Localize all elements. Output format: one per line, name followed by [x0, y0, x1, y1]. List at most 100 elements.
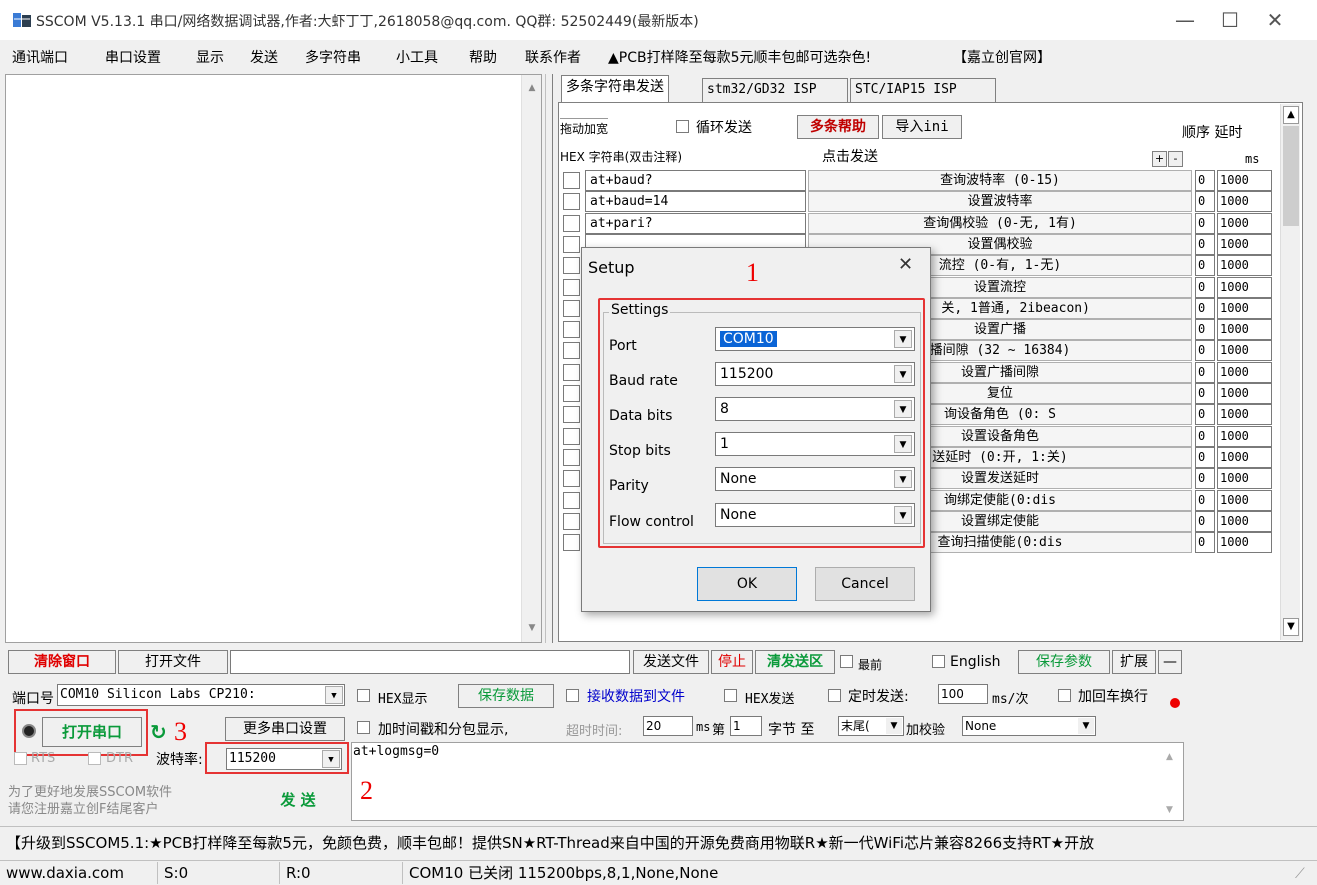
chevron-down-icon[interactable]: ▼	[894, 400, 912, 418]
row-hex-checkbox[interactable]	[563, 342, 580, 359]
multi-help-button[interactable]: 多条帮助	[797, 115, 879, 139]
scroll-down-icon[interactable]: ▼	[522, 623, 542, 633]
row-hex-checkbox[interactable]	[563, 492, 580, 509]
receive-scrollbar[interactable]: ▲ ▼	[521, 75, 541, 642]
menu-serial-settings[interactable]: 串口设置	[105, 47, 161, 67]
clear-window-button[interactable]: 清除窗口	[8, 650, 116, 674]
row-delay-input[interactable]: 1000	[1217, 234, 1272, 255]
minimize-button[interactable]: —	[1165, 6, 1205, 34]
row-hex-checkbox[interactable]	[563, 215, 580, 232]
tab-stm32-isp[interactable]: stm32/GD32 ISP	[702, 78, 848, 102]
row-order-input[interactable]: 0	[1195, 298, 1215, 319]
row-order-input[interactable]: 0	[1195, 532, 1215, 553]
row-order-input[interactable]: 0	[1195, 383, 1215, 404]
row-hex-checkbox[interactable]	[563, 470, 580, 487]
close-button[interactable]: ✕	[1255, 6, 1295, 34]
cancel-button[interactable]: Cancel	[815, 567, 915, 601]
ok-button[interactable]: OK	[697, 567, 797, 601]
timestamp-checkbox[interactable]	[357, 721, 370, 734]
expand-button[interactable]: 扩展	[1112, 650, 1156, 674]
ad-bar[interactable]: 【升级到SSCOM5.1:★PCB打样降至每款5元，免颜色费，顺丰包邮！提供SN…	[0, 826, 1317, 858]
byte-no-input[interactable]: 1	[730, 716, 762, 736]
drag-widen-label[interactable]: 拖动加宽	[560, 118, 609, 137]
resize-grip-icon[interactable]: ⟋	[1295, 866, 1305, 882]
row-hex-checkbox[interactable]	[563, 236, 580, 253]
row-order-input[interactable]: 0	[1195, 234, 1215, 255]
collapse-button[interactable]: —	[1158, 650, 1182, 674]
menu-display[interactable]: 显示	[196, 47, 224, 67]
stop-button[interactable]: 停止	[711, 650, 753, 674]
row-delay-input[interactable]: 1000	[1217, 255, 1272, 276]
row-delay-input[interactable]: 1000	[1217, 213, 1272, 234]
row-order-input[interactable]: 0	[1195, 191, 1215, 212]
row-hex-checkbox[interactable]	[563, 534, 580, 551]
save-data-button[interactable]: 保存数据	[458, 684, 554, 708]
row-send-button[interactable]: 查询偶校验 (0-无, 1有)	[808, 213, 1192, 234]
row-order-input[interactable]: 0	[1195, 277, 1215, 298]
tab-multi-string[interactable]: 多条字符串发送	[561, 75, 669, 102]
setting-flow-control-select[interactable]: None ▼	[715, 503, 915, 527]
timed-send-checkbox[interactable]	[828, 689, 841, 702]
clear-send-area-button[interactable]: 清发送区	[755, 650, 835, 674]
setting-data-bits-select[interactable]: 8 ▼	[715, 397, 915, 421]
scroll-down-icon[interactable]: ▼	[1283, 618, 1299, 636]
chevron-down-icon[interactable]: ▼	[894, 470, 912, 488]
row-hex-checkbox[interactable]	[563, 172, 580, 189]
row-hex-checkbox[interactable]	[563, 193, 580, 210]
hex-display-checkbox[interactable]	[357, 689, 370, 702]
row-hex-checkbox[interactable]	[563, 321, 580, 338]
row-delay-input[interactable]: 1000	[1217, 532, 1272, 553]
row-hex-checkbox[interactable]	[563, 364, 580, 381]
row-hex-checkbox[interactable]	[563, 257, 580, 274]
rts-checkbox[interactable]	[14, 752, 27, 765]
english-checkbox[interactable]	[932, 655, 945, 668]
timeout-input[interactable]: 20	[643, 716, 693, 736]
setting-baud-rate-select[interactable]: 115200 ▼	[715, 362, 915, 386]
setting-parity-select[interactable]: None ▼	[715, 467, 915, 491]
send-scroll-down-icon[interactable]: ▼	[1166, 805, 1173, 815]
row-hex-checkbox[interactable]	[563, 428, 580, 445]
panel-splitter[interactable]	[545, 74, 553, 643]
scroll-thumb[interactable]	[1283, 126, 1299, 226]
chevron-down-icon[interactable]: ▼	[325, 686, 343, 704]
row-delay-input[interactable]: 1000	[1217, 447, 1272, 468]
row-order-input[interactable]: 0	[1195, 426, 1215, 447]
dtr-checkbox[interactable]	[88, 752, 101, 765]
row-hex-checkbox[interactable]	[563, 513, 580, 530]
send-button[interactable]: 发 送	[250, 782, 346, 820]
add-crlf-checkbox[interactable]	[1058, 689, 1071, 702]
menu-help[interactable]: 帮助	[469, 47, 497, 67]
menu-pcb-promo[interactable]: ▲PCB打样降至每款5元顺丰包邮可选杂色!	[608, 47, 871, 67]
row-order-input[interactable]: 0	[1195, 213, 1215, 234]
hex-send-checkbox[interactable]	[724, 689, 737, 702]
row-order-input[interactable]: 0	[1195, 170, 1215, 191]
menu-multi-string[interactable]: 多字符串	[305, 47, 361, 67]
checksum-select[interactable]: None ▼	[962, 716, 1096, 736]
port-select[interactable]: COM10 Silicon Labs CP210: ▼	[57, 684, 345, 706]
file-path-input[interactable]	[230, 650, 630, 674]
recv-to-file-label[interactable]: 接收数据到文件	[587, 686, 685, 706]
menu-tools[interactable]: 小工具	[396, 47, 438, 67]
row-order-input[interactable]: 0	[1195, 404, 1215, 425]
row-delay-input[interactable]: 1000	[1217, 426, 1272, 447]
receive-area[interactable]	[5, 74, 542, 643]
row-string-input[interactable]: at+baud?	[585, 170, 806, 191]
rows-scrollbar[interactable]: ▲ ▼	[1280, 104, 1300, 640]
dialog-close-icon[interactable]: ✕	[898, 254, 913, 275]
status-site-link[interactable]: www.daxia.com	[0, 862, 158, 884]
row-order-input[interactable]: 0	[1195, 468, 1215, 489]
chevron-down-icon[interactable]: ▼	[886, 718, 902, 734]
row-string-input[interactable]: at+pari?	[585, 213, 806, 234]
maximize-button[interactable]: ☐	[1210, 6, 1250, 34]
end-select[interactable]: 末尾(▼	[838, 716, 904, 736]
setting-port-select[interactable]: COM10 ▼	[715, 327, 915, 351]
topmost-checkbox[interactable]	[840, 655, 853, 668]
row-order-input[interactable]: 0	[1195, 490, 1215, 511]
row-delay-input[interactable]: 1000	[1217, 170, 1272, 191]
chevron-down-icon[interactable]: ▼	[894, 330, 912, 348]
send-file-button[interactable]: 发送文件	[633, 650, 709, 674]
row-hex-checkbox[interactable]	[563, 300, 580, 317]
row-hex-checkbox[interactable]	[563, 385, 580, 402]
scroll-up-icon[interactable]: ▲	[1283, 106, 1299, 124]
tab-stc-isp[interactable]: STC/IAP15 ISP	[850, 78, 996, 102]
